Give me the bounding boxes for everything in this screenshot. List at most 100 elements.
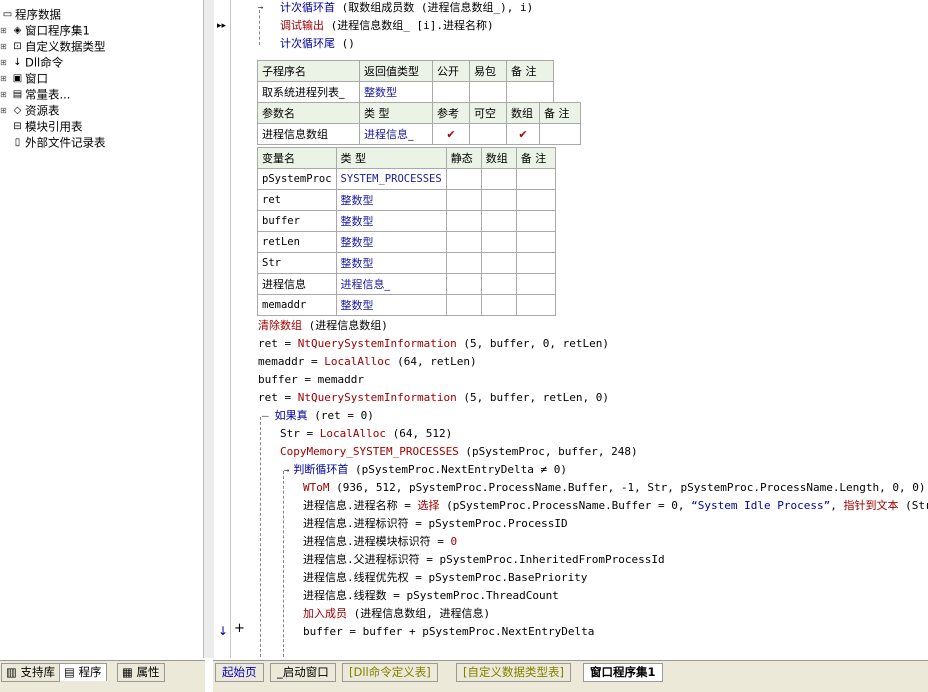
tab-custom-types[interactable]: [自定义数据类型表] [456, 663, 571, 682]
project-tree[interactable]: ▭ 程序数据 ⊞ ◈ 窗口程序集1 ⊞ ⊡ 自定义数据类型 ⊞ ↓ Dll命令 ⊞ ▣ 窗… [0, 0, 203, 658]
array-cell[interactable] [480, 252, 517, 274]
nullable-cell[interactable] [469, 123, 507, 145]
tab-window-module[interactable]: 窗口程序集1 [583, 663, 663, 682]
tree-item-module-refs[interactable]: ⊟ 模块引用表 [10, 118, 82, 134]
var-type-cell[interactable]: 整数型 [335, 252, 447, 274]
static-cell[interactable] [445, 273, 482, 295]
tree-item-program-data[interactable]: ▭ 程序数据 [0, 6, 61, 22]
tree-item-constants[interactable]: ▤ 常量表... [10, 86, 71, 102]
array-check-icon[interactable]: ✔ [506, 123, 540, 145]
code-line[interactable]: 进程信息.父进程标识符 = pSystemProc.InheritedFromP… [303, 553, 665, 567]
remark-cell[interactable] [515, 231, 556, 253]
var-name-cell[interactable]: 进程信息 [257, 273, 337, 295]
reference-check-icon[interactable]: ✔ [432, 123, 470, 145]
expand-icon[interactable]: ⊞ [0, 90, 7, 99]
static-cell[interactable] [445, 294, 482, 316]
remark-cell[interactable] [515, 294, 556, 316]
array-cell[interactable] [480, 210, 517, 232]
array-cell[interactable] [480, 231, 517, 253]
easy-pack-cell[interactable] [469, 81, 507, 103]
var-name-cell[interactable]: pSystemProc [257, 168, 337, 190]
code-line[interactable]: 加入成员 (进程信息数组, 进程信息) [303, 607, 490, 621]
arrow-down-icon[interactable]: ↓ [218, 624, 228, 638]
var-type-cell[interactable]: 整数型 [335, 189, 447, 211]
static-cell[interactable] [445, 231, 482, 253]
table-row[interactable]: memaddr 整数型 [257, 294, 556, 316]
var-type-cell[interactable]: 进程信息_ [335, 273, 447, 295]
table-row[interactable]: retLen 整数型 [257, 231, 556, 253]
expand-icon[interactable]: ⊞ [0, 26, 7, 35]
code-line[interactable]: buffer = buffer + pSystemProc.NextEntryD… [303, 625, 594, 639]
code-line[interactable]: 调试输出 (进程信息数组_ [i].进程名称) [280, 19, 494, 33]
add-line-icon[interactable]: + [234, 621, 245, 636]
static-cell[interactable] [445, 210, 482, 232]
tab-program[interactable]: ▤ 程序 [59, 663, 107, 681]
var-name-cell[interactable]: retLen [257, 231, 337, 253]
tab-dll-commands[interactable]: [Dll命令定义表] [342, 663, 438, 682]
remark-cell[interactable] [515, 252, 556, 274]
remark-cell[interactable] [515, 210, 556, 232]
var-type-cell[interactable]: 整数型 [335, 231, 447, 253]
expand-icon[interactable]: ⊞ [0, 74, 7, 83]
code-line[interactable]: WToM (936, 512, pSystemProc.ProcessName.… [303, 481, 926, 495]
expand-icon[interactable]: ⊞ [0, 106, 7, 115]
code-line[interactable]: ret = NtQuerySystemInformation (5, buffe… [258, 337, 609, 351]
var-name-cell[interactable]: buffer [257, 210, 337, 232]
var-name-cell[interactable]: memaddr [257, 294, 337, 316]
table-row[interactable]: buffer 整数型 [257, 210, 556, 232]
code-line[interactable]: 计次循环尾 () [280, 37, 355, 51]
tree-item-resources[interactable]: ◇ 资源表 [10, 102, 60, 118]
tree-item-custom-types[interactable]: ⊡ 自定义数据类型 [10, 38, 105, 54]
var-type-cell[interactable]: SYSTEM_PROCESSES [335, 168, 447, 190]
table-row[interactable]: 进程信息 进程信息_ [257, 273, 556, 295]
remark-cell[interactable] [515, 273, 556, 295]
tab-start-page[interactable]: 起始页 [215, 663, 264, 682]
code-line[interactable]: 进程信息.线程数 = pSystemProc.ThreadCount [303, 589, 559, 603]
code-line[interactable]: 进程信息.进程标识符 = pSystemProc.ProcessID [303, 517, 568, 531]
code-line[interactable]: 清除数组 (进程信息数组) [258, 319, 388, 333]
code-line[interactable]: 进程信息.线程优先权 = pSystemProc.BasePriority [303, 571, 587, 585]
code-line[interactable]: Str = LocalAlloc (64, 512) [280, 427, 452, 441]
code-line[interactable]: buffer = memaddr [258, 373, 364, 387]
tab-properties[interactable]: ▦ 属性 [117, 663, 165, 682]
array-cell[interactable] [480, 273, 517, 295]
param-name-cell[interactable]: 进程信息数组 [257, 123, 360, 145]
static-cell[interactable] [445, 168, 482, 190]
code-line[interactable]: → 判断循环首 (pSystemProc.NextEntryDelta ≠ 0) [284, 463, 567, 478]
var-name-cell[interactable]: Str [257, 252, 337, 274]
array-cell[interactable] [480, 294, 517, 316]
code-line[interactable]: → 计次循环首 (取数组成员数 (进程信息数组_), i) [258, 1, 533, 15]
table-row[interactable]: Str 整数型 [257, 252, 556, 274]
code-line[interactable]: CopyMemory_SYSTEM_PROCESSES (pSystemProc… [280, 445, 638, 459]
remark-cell[interactable] [539, 123, 581, 145]
table-row[interactable]: ret 整数型 [257, 189, 556, 211]
tree-item-window[interactable]: ▣ 窗口 [10, 70, 48, 86]
array-cell[interactable] [480, 168, 517, 190]
code-line[interactable]: – 如果真 (ret = 0) [262, 409, 374, 423]
table-row[interactable]: pSystemProc SYSTEM_PROCESSES [257, 168, 556, 190]
tree-item-module[interactable]: ◈ 窗口程序集1 [10, 22, 90, 38]
code-line[interactable]: 进程信息.进程名称 = 选择 (pSystemProc.ProcessName.… [303, 499, 928, 513]
static-cell[interactable] [445, 189, 482, 211]
tree-item-dll-commands[interactable]: ↓ Dll命令 [10, 54, 63, 70]
code-line[interactable]: ret = NtQuerySystemInformation (5, buffe… [258, 391, 609, 405]
code-editor[interactable]: → 计次循环首 (取数组成员数 (进程信息数组_), i) 调试输出 (进程信息… [230, 0, 928, 658]
var-type-cell[interactable]: 整数型 [335, 210, 447, 232]
remark-cell[interactable] [515, 189, 556, 211]
var-type-cell[interactable]: 整数型 [335, 294, 447, 316]
subroutine-name-cell[interactable]: 取系统进程列表_ [257, 81, 360, 103]
public-cell[interactable] [432, 81, 470, 103]
static-cell[interactable] [445, 252, 482, 274]
expand-icon[interactable]: ⊞ [0, 42, 7, 51]
expand-icon[interactable]: ⊞ [0, 58, 7, 67]
tab-support-library[interactable]: ▥ 支持库 [1, 663, 61, 682]
tab-startup-window[interactable]: _启动窗口 [270, 663, 336, 682]
remark-cell[interactable] [515, 168, 556, 190]
code-line[interactable]: 进程信息.进程模块标识符 = 0 [303, 535, 457, 549]
array-cell[interactable] [480, 189, 517, 211]
remark-cell[interactable] [506, 81, 554, 103]
return-type-cell[interactable]: 整数型 [359, 81, 433, 103]
code-line[interactable]: memaddr = LocalAlloc (64, retLen) [258, 355, 477, 369]
tree-item-external-files[interactable]: ▯ 外部文件记录表 [10, 134, 106, 150]
param-type-cell[interactable]: 进程信息_ [359, 123, 433, 145]
